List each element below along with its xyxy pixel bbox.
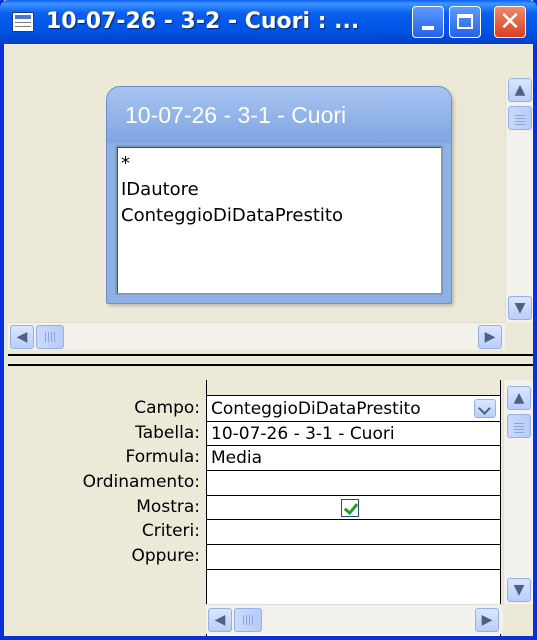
show-checkbox[interactable] — [341, 498, 359, 517]
access-query-icon[interactable] — [12, 12, 34, 32]
row-label-total: Formula: — [125, 447, 200, 468]
title-bar[interactable]: 10-07-26 - 3-2 - Cuori : ... ✕ — [0, 0, 537, 44]
scroll-right-button[interactable]: ▶ — [475, 608, 499, 632]
scroll-up-button[interactable]: ▲ — [508, 78, 532, 102]
scroll-left-button[interactable]: ◀ — [208, 608, 232, 632]
row-label-show: Mostra: — [136, 496, 200, 517]
field-item-conteggio[interactable]: ConteggioDiDataPrestito — [117, 203, 441, 229]
query-design-window: 10-07-26 - 3-2 - Cuori : ... ✕ 10-07-26 … — [0, 0, 537, 640]
row-label-table: Tabella: — [135, 422, 200, 443]
criteria-cell[interactable] — [207, 521, 500, 546]
field-list-title: 10-07-26 - 3-1 - Cuori — [125, 102, 347, 128]
scroll-thumb[interactable] — [507, 414, 531, 438]
field-item-all[interactable]: * — [117, 151, 441, 177]
pane-splitter[interactable] — [8, 354, 533, 366]
scroll-down-button[interactable]: ▼ — [507, 578, 531, 602]
upper-vertical-scrollbar[interactable]: ▲ ▼ — [505, 78, 533, 322]
minimize-button[interactable] — [412, 6, 444, 38]
total-cell-value: Media — [211, 448, 263, 469]
field-list-header[interactable]: 10-07-26 - 3-1 - Cuori — [107, 87, 451, 143]
maximize-button[interactable] — [449, 6, 481, 38]
close-icon: ✕ — [499, 7, 521, 37]
scroll-thumb[interactable] — [234, 608, 262, 632]
field-cell-value: ConteggioDiDataPrestito — [211, 399, 421, 419]
table-cell-value: 10-07-26 - 3-1 - Cuori — [211, 423, 395, 444]
row-label-criteria: Criteri: — [141, 521, 200, 542]
show-cell[interactable] — [207, 496, 500, 521]
field-item-idautore[interactable]: IDautore — [117, 177, 441, 203]
field-list-box[interactable]: * IDautore ConteggioDiDataPrestito — [115, 145, 443, 295]
table-field-list[interactable]: 10-07-26 - 3-1 - Cuori * IDautore Conteg… — [106, 86, 452, 304]
scroll-thumb[interactable] — [36, 325, 64, 349]
minimize-icon — [422, 26, 434, 30]
close-button[interactable]: ✕ — [494, 6, 526, 38]
scroll-down-button[interactable]: ▼ — [508, 296, 532, 320]
sort-cell[interactable] — [207, 471, 500, 496]
design-grid-pane[interactable]: Campo: Tabella: Formula: Ordinamento: Mo… — [8, 366, 533, 636]
row-label-field: Campo: — [134, 398, 200, 418]
lower-horizontal-scrollbar[interactable]: ◀ ▶ — [206, 604, 503, 634]
field-cell[interactable]: ConteggioDiDataPrestito — [207, 397, 500, 422]
scroll-left-button[interactable]: ◀ — [10, 325, 34, 349]
table-cell[interactable]: 10-07-26 - 3-1 - Cuori — [207, 422, 500, 447]
or-cell[interactable] — [207, 545, 500, 570]
row-labels: Campo: Tabella: Formula: Ordinamento: Mo… — [8, 396, 204, 569]
field-dropdown-button[interactable] — [474, 399, 496, 418]
scroll-right-button[interactable]: ▶ — [478, 325, 502, 349]
maximize-icon — [457, 14, 473, 29]
upper-horizontal-scrollbar[interactable]: ◀ ▶ — [8, 322, 505, 350]
design-grid-column[interactable]: ConteggioDiDataPrestito 10-07-26 - 3-1 -… — [206, 380, 501, 636]
lower-vertical-scrollbar[interactable]: ▲ ▼ — [503, 380, 533, 604]
window-title: 10-07-26 - 3-2 - Cuori : ... — [46, 9, 360, 34]
scroll-thumb[interactable] — [508, 106, 532, 130]
column-selector[interactable] — [207, 380, 500, 396]
total-cell[interactable]: Media — [207, 446, 500, 472]
row-label-sort: Ordinamento: — [82, 472, 200, 493]
row-label-or: Oppure: — [131, 546, 200, 567]
scroll-up-button[interactable]: ▲ — [507, 386, 531, 410]
table-pane[interactable]: 10-07-26 - 3-1 - Cuori * IDautore Conteg… — [8, 44, 533, 354]
